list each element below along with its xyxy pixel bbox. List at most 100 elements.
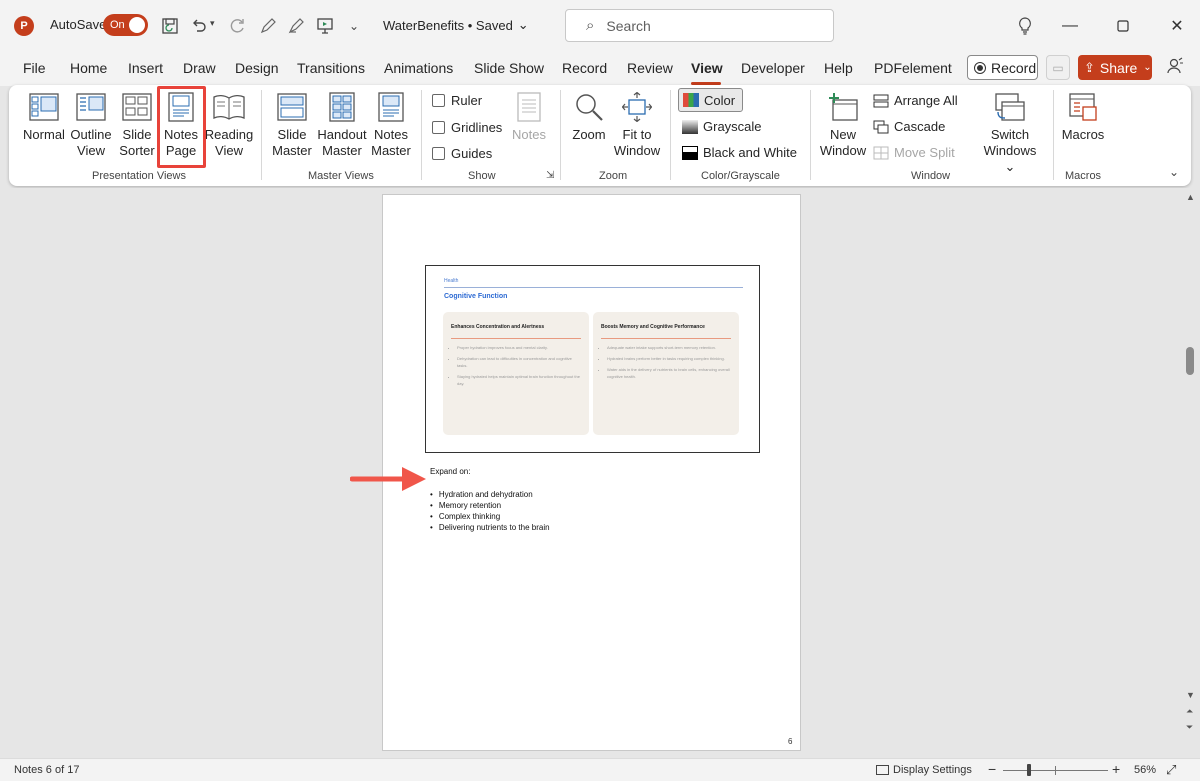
document-title-text: WaterBenefits • Saved xyxy=(383,17,513,33)
scrollbar-thumb[interactable] xyxy=(1186,347,1194,375)
switch-windows-button[interactable]: Switch Windows ⌄ xyxy=(977,91,1043,175)
handout-master-label-1: Handout xyxy=(317,127,367,142)
maximize-icon[interactable] xyxy=(1100,10,1146,42)
black-and-white-button[interactable]: Black and White xyxy=(682,145,797,160)
slide-thumbnail[interactable]: Health Cognitive Function Enhances Conce… xyxy=(425,265,760,453)
undo-icon[interactable] xyxy=(187,14,211,38)
zoom-in-button[interactable]: + xyxy=(1112,761,1120,777)
present-icon[interactable] xyxy=(313,14,337,38)
tab-help[interactable]: Help xyxy=(824,60,853,76)
move-split-button[interactable]: Move Split xyxy=(873,145,955,160)
next-slide-icon[interactable]: ⏷ xyxy=(1186,722,1193,733)
tab-transitions[interactable]: Transitions xyxy=(297,60,365,76)
tab-draw[interactable]: Draw xyxy=(183,60,216,76)
color-button[interactable]: Color xyxy=(678,88,743,112)
pen-icon[interactable] xyxy=(256,14,280,38)
black-and-white-icon xyxy=(682,145,698,160)
slide-master-button[interactable]: Slide Master xyxy=(271,91,313,159)
tab-record[interactable]: Record xyxy=(562,60,607,76)
ruler-label: Ruler xyxy=(451,93,483,108)
notes-button[interactable]: Notes xyxy=(509,91,549,143)
group-divider xyxy=(421,90,422,180)
tab-animations[interactable]: Animations xyxy=(384,60,453,76)
fit-to-window-button[interactable]: Fit to Window xyxy=(613,91,661,159)
card-title: Enhances Concentration and Alertness xyxy=(451,324,545,330)
share-button[interactable]: ⇪ Share ⌄ xyxy=(1078,55,1152,80)
new-window-button[interactable]: New Window xyxy=(818,91,868,159)
show-dialog-launcher-icon[interactable]: ⇲ xyxy=(546,170,554,181)
outline-view-icon xyxy=(75,91,107,123)
tab-view[interactable]: View xyxy=(691,60,723,76)
record-button[interactable]: Record xyxy=(967,55,1038,80)
slide-sorter-button[interactable]: Slide Sorter xyxy=(116,91,158,159)
fit-slide-icon[interactable]: ⤢ xyxy=(1166,762,1176,778)
group-divider xyxy=(560,90,561,180)
previous-slide-icon[interactable]: ⏶ xyxy=(1186,706,1193,717)
tab-home[interactable]: Home xyxy=(70,60,107,76)
scroll-down-icon[interactable]: ▼ xyxy=(1186,690,1195,700)
customize-icon[interactable]: ⌄ xyxy=(342,14,366,38)
gridlines-checkbox[interactable]: Gridlines xyxy=(432,120,502,135)
collapse-ribbon-icon[interactable]: ⌄ xyxy=(1169,165,1179,179)
vertical-scrollbar[interactable] xyxy=(1184,188,1200,758)
slide-card-1: Enhances Concentration and Alertness Pro… xyxy=(443,312,589,435)
tab-pdfelement[interactable]: PDFelement xyxy=(874,60,952,76)
outline-view-label-1: Outline xyxy=(70,127,112,142)
group-divider xyxy=(810,90,811,180)
zoom-button[interactable]: Zoom xyxy=(568,91,610,143)
tab-slide-show[interactable]: Slide Show xyxy=(474,60,544,76)
handout-master-icon xyxy=(326,91,358,123)
undo-dropdown-icon[interactable]: ▾ xyxy=(210,18,215,29)
display-settings-button[interactable]: Display Settings xyxy=(876,764,972,776)
notes-list[interactable]: Hydration and dehydration Memory retenti… xyxy=(430,489,550,533)
comments-icon[interactable]: ▭ xyxy=(1046,55,1070,80)
handout-master-button[interactable]: Handout Master xyxy=(315,91,369,159)
macros-button[interactable]: Macros xyxy=(1060,91,1106,143)
tab-file[interactable]: File xyxy=(23,60,46,76)
notes-master-button[interactable]: Notes Master xyxy=(370,91,412,159)
search-input[interactable]: ⌕ Search xyxy=(565,9,834,42)
minimize-icon[interactable]: — xyxy=(1047,10,1093,42)
move-split-icon xyxy=(873,146,889,160)
reading-view-button[interactable]: Reading View xyxy=(204,91,254,159)
tab-design[interactable]: Design xyxy=(235,60,279,76)
slide-sorter-label-1: Slide xyxy=(122,127,152,142)
notes-page[interactable]: Health Cognitive Function Enhances Conce… xyxy=(382,194,801,751)
coauthor-icon[interactable] xyxy=(1166,57,1184,80)
cascade-button[interactable]: Cascade xyxy=(873,119,945,134)
normal-view-button[interactable]: Normal xyxy=(22,91,66,143)
document-title[interactable]: WaterBenefits • Saved ⌄ xyxy=(383,17,529,33)
notes-master-label-2: Master xyxy=(371,143,411,158)
guides-checkbox[interactable]: Guides xyxy=(432,146,492,161)
slide-sorter-icon xyxy=(121,91,153,123)
notes-master-label-1: Notes xyxy=(374,127,408,142)
scroll-up-icon[interactable]: ▲ xyxy=(1186,192,1195,202)
slide-sorter-label-2: Sorter xyxy=(119,143,155,158)
tab-insert[interactable]: Insert xyxy=(128,60,163,76)
notes-heading[interactable]: Expand on: xyxy=(430,467,470,476)
outline-view-button[interactable]: Outline View xyxy=(68,91,114,159)
workspace: Health Cognitive Function Enhances Conce… xyxy=(0,188,1184,758)
ruler-checkbox[interactable]: Ruler xyxy=(432,93,482,108)
arrange-all-button[interactable]: Arrange All xyxy=(873,93,958,108)
slide-card-2: Boosts Memory and Cognitive Performance … xyxy=(593,312,739,435)
tab-developer[interactable]: Developer xyxy=(741,60,805,76)
powerpoint-logo-icon: P xyxy=(14,16,34,36)
zoom-slider-thumb[interactable] xyxy=(1027,764,1032,776)
lightbulb-icon[interactable] xyxy=(1016,16,1034,36)
handout-master-label-2: Master xyxy=(322,143,362,158)
zoom-out-button[interactable]: − xyxy=(988,761,996,777)
zoom-level[interactable]: 56% xyxy=(1134,764,1156,776)
color-icon xyxy=(683,93,699,107)
zoom-slider-center-mark xyxy=(1055,766,1056,775)
normal-view-label: Normal xyxy=(23,127,65,142)
card-bullet: Proper hydration improves focus and ment… xyxy=(457,344,581,351)
redo-icon[interactable] xyxy=(226,14,250,38)
save-icon[interactable] xyxy=(158,14,182,38)
show-group-label: Show xyxy=(468,170,496,182)
highlighter-icon[interactable] xyxy=(284,14,308,38)
grayscale-button[interactable]: Grayscale xyxy=(682,119,762,134)
close-icon[interactable]: ✕ xyxy=(1154,10,1200,42)
tab-review[interactable]: Review xyxy=(627,60,673,76)
autosave-toggle[interactable]: On xyxy=(103,14,148,36)
